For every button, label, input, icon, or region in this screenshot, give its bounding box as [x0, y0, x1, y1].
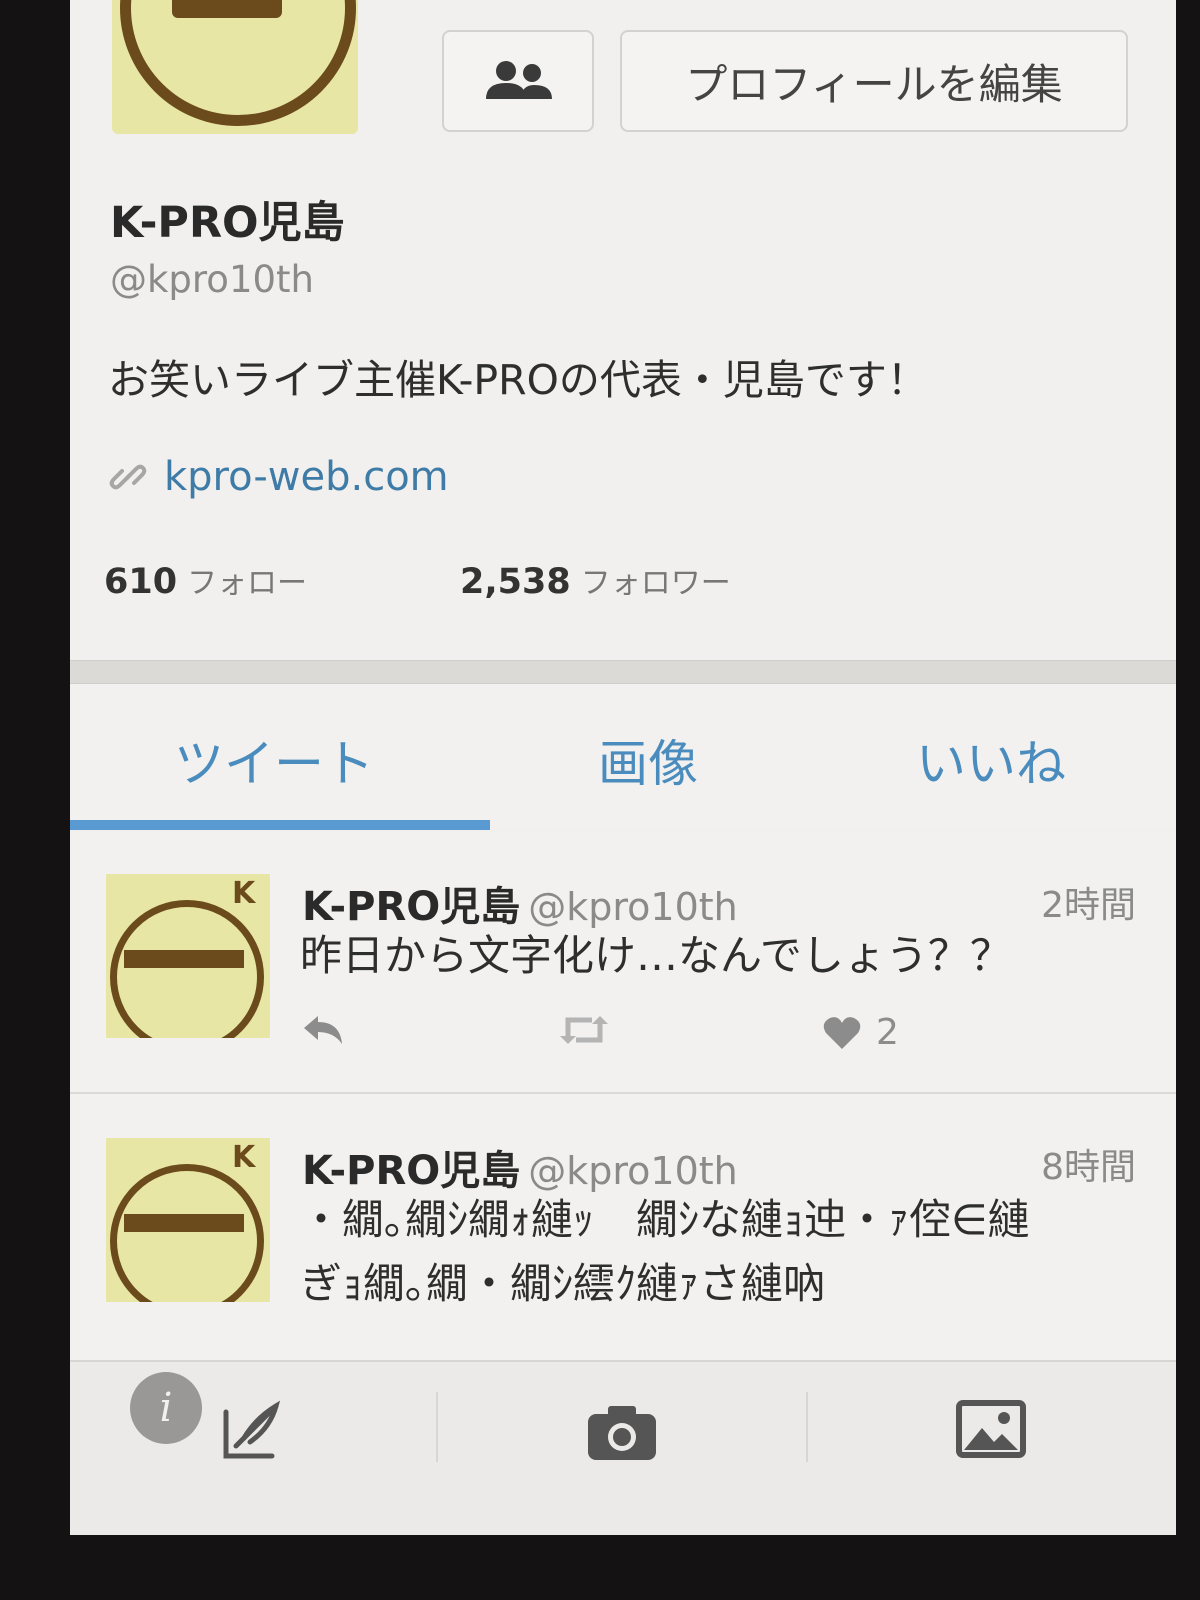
edit-profile-label: プロフィールを編集	[685, 59, 1063, 109]
profile-handle: @kpro10th	[110, 258, 314, 301]
profile-bio: お笑いライブ主催K-PROの代表・児島です！	[108, 356, 928, 404]
avatar-logo-letter: K	[232, 1140, 256, 1175]
reply-button[interactable]	[300, 1012, 346, 1046]
tweet-avatar[interactable]: K	[106, 874, 270, 1038]
profile-avatar[interactable]	[112, 0, 358, 134]
followers-count: 2,538	[460, 562, 571, 602]
tweet-text: 昨日から文字化け…なんでしょう？？	[300, 931, 1012, 980]
like-count: 2	[876, 1012, 899, 1053]
tweet-author-handle: @kpro10th	[528, 885, 738, 929]
tweet-item[interactable]: K K-PRO児島 @kpro10th 8時間 ・繝｡繝ｼ繝ｫ縺ｯ 繝ｼな縺ｮ迚・…	[70, 1094, 1176, 1366]
avatar-logo-band	[124, 1214, 244, 1232]
tab-media[interactable]: 画像	[598, 724, 698, 796]
section-divider	[70, 660, 1176, 684]
like-button[interactable]: 2	[822, 1012, 899, 1053]
tab-likes[interactable]: いいね	[916, 724, 1066, 796]
following-count: 610	[104, 562, 178, 602]
following-stat[interactable]: 610 フォロー	[104, 558, 460, 602]
profile-link[interactable]: kpro-web.com	[108, 454, 449, 500]
avatar-logo-ring	[120, 0, 356, 126]
avatar-logo-ring	[110, 900, 264, 1038]
reply-icon	[304, 1016, 342, 1044]
people-button[interactable]	[442, 30, 594, 132]
tweet-actions: 2	[300, 1012, 1100, 1062]
info-icon[interactable]: i	[130, 1372, 202, 1444]
phone-screen: プロフィールを編集 K-PRO児島 @kpro10th お笑いライブ主催K-PR…	[70, 0, 1176, 1535]
camera-button[interactable]	[586, 1402, 658, 1466]
gallery-button[interactable]	[956, 1400, 1026, 1462]
tweet-avatar[interactable]: K	[106, 1138, 270, 1302]
bar-separator	[806, 1392, 808, 1462]
retweet-button[interactable]	[558, 1012, 610, 1048]
image-icon	[956, 1400, 1026, 1458]
followers-label: フォロワー	[580, 566, 731, 601]
active-tab-indicator	[70, 820, 490, 830]
camera-icon	[588, 1406, 656, 1460]
avatar-logo-letter: K	[232, 876, 256, 911]
tweet-author-handle: @kpro10th	[528, 1149, 738, 1193]
bottom-compose-bar	[70, 1360, 1176, 1535]
compose-icon	[223, 1400, 281, 1459]
link-icon	[109, 464, 147, 490]
profile-tabs: ツイート 画像 いいね	[70, 684, 1176, 830]
bar-separator	[436, 1392, 438, 1462]
followers-stat[interactable]: 2,538 フォロワー	[460, 558, 731, 602]
compose-button[interactable]	[220, 1398, 286, 1466]
people-icon	[486, 61, 552, 99]
retweet-icon	[560, 1016, 608, 1044]
tweet-item[interactable]: K K-PRO児島 @kpro10th 2時間 昨日から文字化け…なんでしょう？？…	[70, 832, 1176, 1094]
tab-tweets[interactable]: ツイート	[174, 724, 374, 796]
tweet-time: 2時間	[1041, 885, 1136, 926]
avatar-logo-band	[124, 950, 244, 968]
tweet-text-line-2: ぎｮ繝｡繝・繝ｼ繧ｸ縺ｧさ縺吶	[300, 1259, 826, 1308]
edit-profile-button[interactable]: プロフィールを編集	[620, 30, 1128, 132]
following-label: フォロー	[187, 566, 308, 601]
tweet-time: 8時間	[1041, 1147, 1136, 1188]
tweet-text-line-1: ・繝｡繝ｼ繝ｫ縺ｯ 繝ｼな縺ｮ迚・ｧ倥∈縺	[300, 1195, 1030, 1244]
avatar-logo-band	[172, 0, 282, 18]
heart-icon	[823, 1016, 861, 1049]
profile-name: K-PRO児島	[110, 198, 345, 248]
profile-link-text[interactable]: kpro-web.com	[164, 454, 449, 500]
profile-stats: 610 フォロー 2,538 フォロワー	[104, 558, 731, 602]
avatar-logo-ring	[110, 1164, 264, 1302]
